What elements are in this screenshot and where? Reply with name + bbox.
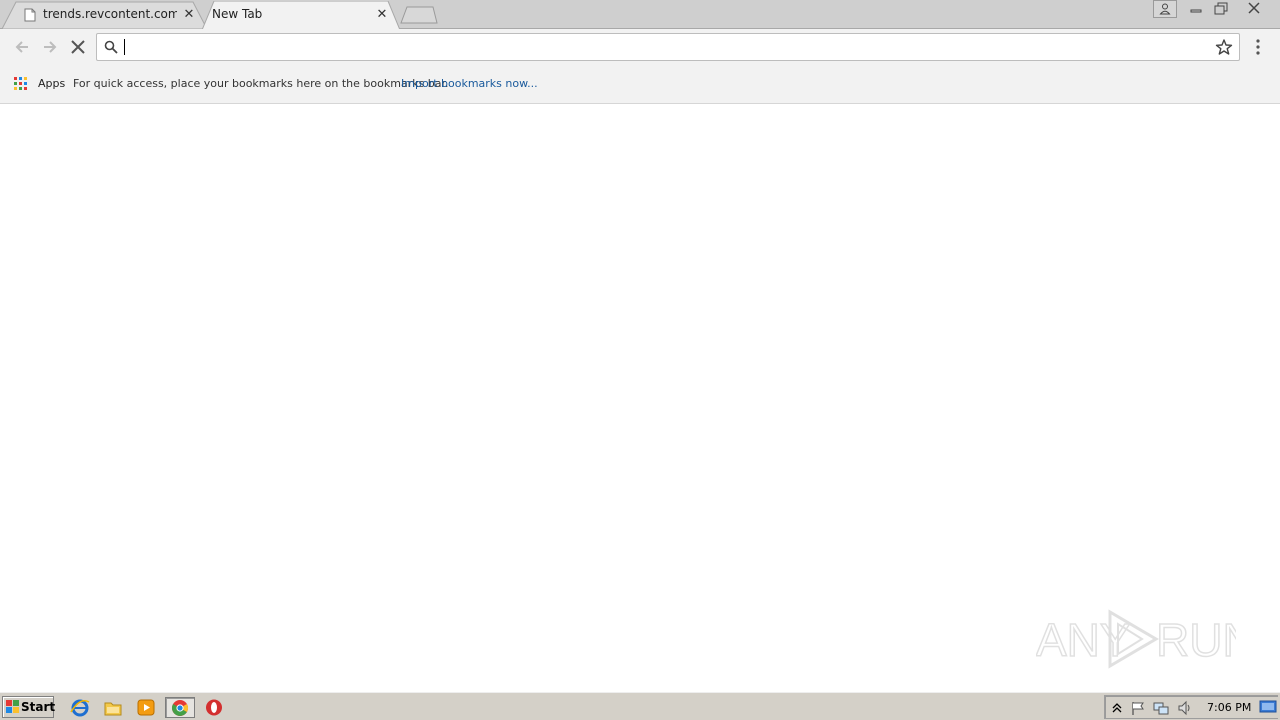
taskbar-clock[interactable]: 7:06 PM	[1207, 701, 1251, 714]
tab-title: New Tab	[212, 7, 263, 21]
page-content	[0, 104, 1280, 692]
chrome-icon	[172, 700, 188, 716]
import-bookmarks-link[interactable]: Import bookmarks now...	[401, 77, 538, 90]
windows-taskbar: Start 7:06 PM	[0, 692, 1280, 720]
volume-icon[interactable]	[1177, 700, 1193, 716]
internet-explorer-icon[interactable]	[69, 697, 91, 718]
bookmarks-hint-text: For quick access, place your bookmarks h…	[73, 77, 449, 90]
apps-label: Apps	[38, 77, 66, 90]
search-icon	[104, 40, 118, 54]
omnibox[interactable]	[96, 33, 1240, 61]
tab-title: trends.revcontent.com/serv	[43, 7, 177, 21]
close-tab-icon[interactable]: ✕	[375, 8, 389, 22]
show-hidden-icons-icon[interactable]	[1109, 700, 1125, 716]
back-arrow-icon[interactable]	[12, 37, 32, 57]
bookmarks-bar: Apps For quick access, place your bookma…	[0, 65, 1280, 104]
windows-flag-icon	[6, 700, 19, 713]
minimize-button[interactable]	[1183, 0, 1209, 18]
network-icon[interactable]	[1153, 700, 1169, 716]
tab-strip: trends.revcontent.com/serv ✕ New Tab ✕	[0, 0, 1280, 30]
page-icon	[24, 8, 36, 22]
media-player-icon[interactable]	[135, 697, 157, 718]
profile-button[interactable]	[1153, 0, 1177, 18]
forward-arrow-icon[interactable]	[40, 37, 60, 57]
anyrun-watermark-logo: ANY RUN	[1036, 609, 1236, 669]
opera-icon[interactable]	[203, 697, 225, 718]
tab-revcontent[interactable]: trends.revcontent.com/serv ✕	[2, 1, 207, 29]
tab-new-tab[interactable]: New Tab ✕	[202, 1, 400, 30]
close-tab-icon[interactable]: ✕	[182, 8, 196, 22]
file-explorer-icon[interactable]	[102, 697, 124, 718]
watermark-text-left: ANY	[1036, 614, 1131, 666]
apps-grid-icon	[14, 77, 27, 90]
new-tab-button[interactable]	[399, 6, 439, 24]
stop-loading-icon[interactable]	[68, 37, 88, 57]
address-input[interactable]	[123, 37, 1213, 57]
close-window-button[interactable]	[1233, 0, 1275, 18]
menu-dots-icon[interactable]	[1250, 37, 1266, 57]
restore-button[interactable]	[1209, 0, 1233, 18]
start-button[interactable]: Start	[2, 696, 56, 718]
chrome-taskbar-button[interactable]	[165, 697, 195, 718]
text-caret	[124, 39, 125, 55]
bookmark-star-icon[interactable]	[1215, 38, 1233, 56]
system-tray	[1104, 695, 1278, 719]
watermark-text-right: RUN	[1156, 614, 1236, 666]
start-label: Start	[21, 700, 56, 714]
action-center-flag-icon[interactable]	[1130, 700, 1146, 716]
show-desktop-icon[interactable]	[1259, 700, 1277, 714]
